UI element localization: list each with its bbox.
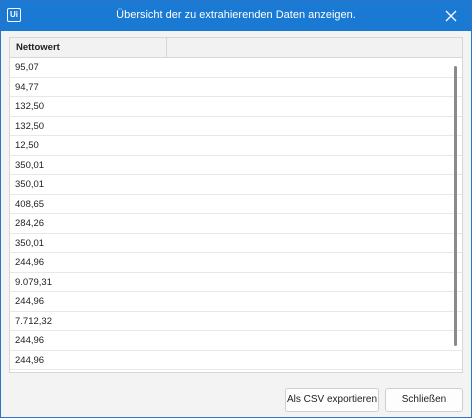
grid-rows: 95,07 94,77 132,50 132,50 12,50 350,01 350,01 4…	[10, 58, 462, 372]
table-row[interactable]: 244,96	[10, 253, 462, 273]
table-row[interactable]: 244,96	[10, 331, 462, 351]
table-row[interactable]: 284,26	[10, 214, 462, 234]
export-csv-button[interactable]: Als CSV exportieren	[285, 388, 379, 412]
table-row[interactable]: 350,01	[10, 234, 462, 253]
grid-header: Nettowert	[10, 38, 462, 58]
window-title: Übersicht der zu extrahierenden Daten an…	[116, 9, 356, 21]
dialog-window: Ui Übersicht der zu extrahierenden Daten…	[0, 0, 472, 418]
table-row[interactable]: 350,01	[10, 175, 462, 195]
scrollbar-thumb[interactable]	[454, 66, 457, 346]
table-row[interactable]: 7.712,32	[10, 312, 462, 331]
vertical-scrollbar[interactable]	[453, 66, 459, 366]
column-header-empty	[167, 38, 462, 57]
table-row[interactable]: 244,96	[10, 292, 462, 312]
close-icon[interactable]	[441, 6, 461, 26]
table-row[interactable]: 132,50	[10, 97, 462, 117]
title-bar: Ui Übersicht der zu extrahierenden Daten…	[1, 1, 471, 31]
column-header-nettowert[interactable]: Nettowert	[10, 38, 167, 57]
table-row[interactable]: 9.079,31	[10, 273, 462, 292]
table-row[interactable]: 95,07	[10, 58, 462, 78]
table-row[interactable]: 244,96	[10, 351, 462, 370]
data-grid: Nettowert 95,07 94,77 132,50 132,50 12,50 350…	[9, 37, 463, 373]
close-button[interactable]: Schließen	[385, 388, 463, 412]
table-row[interactable]: 94,77	[10, 78, 462, 97]
table-row[interactable]: 408,65	[10, 195, 462, 214]
table-row[interactable]: 132,50	[10, 117, 462, 136]
table-row[interactable]: 12,50	[10, 136, 462, 156]
table-row[interactable]: 350,01	[10, 156, 462, 175]
